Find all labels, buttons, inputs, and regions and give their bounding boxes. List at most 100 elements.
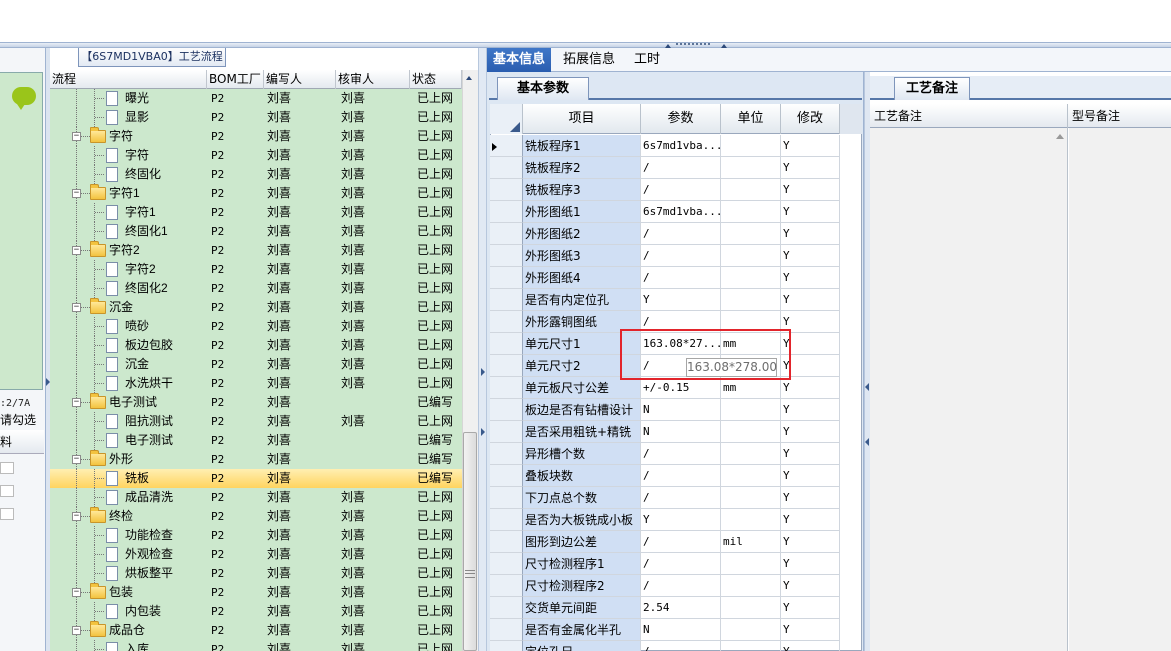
row-indicator[interactable] <box>490 377 523 399</box>
row-indicator[interactable] <box>490 465 523 487</box>
params-cell-mod[interactable]: Y <box>781 377 840 399</box>
remarks-col-process[interactable]: 工艺备注 <box>870 104 1068 128</box>
params-cell-unit[interactable] <box>721 201 781 223</box>
tab-process-remarks[interactable]: 工艺备注 <box>894 77 970 100</box>
params-cell-unit[interactable] <box>721 619 781 641</box>
row-indicator[interactable] <box>490 311 523 333</box>
params-cell-mod[interactable]: Y <box>781 597 840 619</box>
row-indicator[interactable] <box>490 289 523 311</box>
tree-row[interactable]: 功能检查 P2 刘喜 刘喜 已上网 <box>50 526 462 545</box>
params-row[interactable]: 尺寸检测程序2/ Y <box>490 575 862 597</box>
tree-row[interactable]: 终固化 P2 刘喜 刘喜 已上网 <box>50 165 462 184</box>
tree-row[interactable]: − 电子测试 P2 刘喜 已编写 <box>50 393 462 412</box>
params-cell-param[interactable]: / <box>641 245 721 267</box>
tree-row[interactable]: 曝光 P2 刘喜 刘喜 已上网 <box>50 89 462 108</box>
tree-row[interactable]: 外观检查 P2 刘喜 刘喜 已上网 <box>50 545 462 564</box>
params-row[interactable]: 板边是否有钻槽设计 N Y <box>490 399 862 421</box>
params-row[interactable]: 外形图纸1 6s7md1vba... Y <box>490 201 862 223</box>
params-cell-mod[interactable]: Y <box>781 399 840 421</box>
params-cell-param[interactable]: +/-0.15 <box>641 377 721 399</box>
row-indicator[interactable] <box>490 267 523 289</box>
params-row[interactable]: 下刀点总个数 / Y <box>490 487 862 509</box>
row-indicator[interactable] <box>490 333 523 355</box>
left-checkbox[interactable] <box>0 462 14 474</box>
params-row[interactable]: 外形图纸4/ Y <box>490 267 862 289</box>
tree-row[interactable]: 终固化1 P2 刘喜 刘喜 已上网 <box>50 222 462 241</box>
params-cell-unit[interactable] <box>721 399 781 421</box>
params-row[interactable]: 是否有金属化半孔 N Y <box>490 619 862 641</box>
row-indicator[interactable] <box>490 355 523 377</box>
params-row[interactable]: 定位孔尺/ Y <box>490 641 862 651</box>
params-row[interactable]: 铣板程序3/ Y <box>490 179 862 201</box>
params-row[interactable]: 是否为大板铣成小板 Y Y <box>490 509 862 531</box>
remarks-col-model[interactable]: 型号备注 <box>1068 104 1171 128</box>
collapse-toggle-icon[interactable]: − <box>72 455 81 464</box>
params-cell-mod[interactable]: Y <box>781 487 840 509</box>
row-indicator[interactable] <box>490 487 523 509</box>
params-cell-param[interactable]: N <box>641 619 721 641</box>
params-cell-param[interactable]: Y <box>641 509 721 531</box>
tree-row[interactable]: 字符2 P2 刘喜 刘喜 已上网 <box>50 260 462 279</box>
params-row[interactable]: 图形到边公差 / mil Y <box>490 531 862 553</box>
tree-row[interactable]: − 包装 P2 刘喜 刘喜 已上网 <box>50 583 462 602</box>
params-cell-param[interactable]: / <box>641 179 721 201</box>
tree-row[interactable]: 终固化2 P2 刘喜 刘喜 已上网 <box>50 279 462 298</box>
row-indicator[interactable] <box>490 575 523 597</box>
params-row[interactable]: 外形图纸2/ Y <box>490 223 862 245</box>
collapse-toggle-icon[interactable]: − <box>72 512 81 521</box>
tree-col-status[interactable]: 状态 <box>410 70 462 89</box>
tree-scroll-thumb[interactable] <box>463 432 477 651</box>
params-cell-unit[interactable] <box>721 597 781 619</box>
tree-row[interactable]: − 字符2 P2 刘喜 刘喜 已上网 <box>50 241 462 260</box>
tree-row[interactable]: 字符1 P2 刘喜 刘喜 已上网 <box>50 203 462 222</box>
row-indicator[interactable] <box>490 245 523 267</box>
params-cell-mod[interactable]: Y <box>781 509 840 531</box>
params-row[interactable]: 是否有内定位孔 Y Y <box>490 289 862 311</box>
process-remarks-field[interactable] <box>870 128 1068 651</box>
params-cell-mod[interactable]: Y <box>781 201 840 223</box>
expand-left-icon[interactable] <box>481 428 485 436</box>
scroll-up-icon[interactable] <box>1056 134 1064 139</box>
row-indicator[interactable] <box>490 531 523 553</box>
scroll-up-icon[interactable] <box>466 76 472 80</box>
params-cell-param[interactable]: / <box>641 553 721 575</box>
params-cell-param[interactable]: / <box>641 641 721 651</box>
params-cell-mod[interactable]: Y <box>781 531 840 553</box>
collapse-toggle-icon[interactable]: − <box>72 189 81 198</box>
params-cell-unit[interactable] <box>721 575 781 597</box>
params-cell-unit[interactable] <box>721 179 781 201</box>
tree-col-process[interactable]: 流程 <box>50 70 207 89</box>
tree-row[interactable]: − 字符1 P2 刘喜 刘喜 已上网 <box>50 184 462 203</box>
params-cell-mod[interactable]: Y <box>781 421 840 443</box>
params-cell-param[interactable]: / <box>641 465 721 487</box>
params-cell-unit[interactable] <box>721 487 781 509</box>
expand-right-icon[interactable] <box>865 438 869 446</box>
params-cell-param[interactable]: / <box>641 223 721 245</box>
params-cell-mod[interactable]: Y <box>781 179 840 201</box>
params-cell-param[interactable]: 6s7md1vba... <box>641 135 721 157</box>
collapse-toggle-icon[interactable]: − <box>72 132 81 141</box>
tree-row[interactable]: 成品清洗 P2 刘喜 刘喜 已上网 <box>50 488 462 507</box>
params-row[interactable]: 是否采用粗铣+精铣 N Y <box>490 421 862 443</box>
params-cell-unit[interactable] <box>721 223 781 245</box>
params-cell-param[interactable]: / <box>641 157 721 179</box>
params-cell-param[interactable]: N <box>641 399 721 421</box>
params-cell-mod[interactable]: Y <box>781 289 840 311</box>
tab-basic-info[interactable]: 基本信息 <box>487 48 552 72</box>
params-cell-param[interactable]: / <box>641 443 721 465</box>
tree-row[interactable]: 内包装 P2 刘喜 刘喜 已上网 <box>50 602 462 621</box>
params-row[interactable]: 尺寸检测程序1/ Y <box>490 553 862 575</box>
row-indicator[interactable] <box>490 399 523 421</box>
splitter-grip[interactable] <box>676 43 710 46</box>
tree-row[interactable]: 显影 P2 刘喜 刘喜 已上网 <box>50 108 462 127</box>
tab-work-hours[interactable]: 工时 <box>628 48 666 72</box>
params-row[interactable]: 交货单元间距 2.54 Y <box>490 597 862 619</box>
params-cell-mod[interactable]: Y <box>781 553 840 575</box>
tree-row[interactable]: 铣板 P2 刘喜 已编写 <box>50 469 462 488</box>
collapse-toggle-icon[interactable]: − <box>72 626 81 635</box>
tree-row[interactable]: 水洗烘干 P2 刘喜 刘喜 已上网 <box>50 374 462 393</box>
expand-left-icon[interactable] <box>481 368 485 376</box>
expand-right-icon[interactable] <box>865 383 869 391</box>
row-indicator[interactable] <box>490 157 523 179</box>
grid-col-unit[interactable]: 单位 <box>721 104 781 134</box>
